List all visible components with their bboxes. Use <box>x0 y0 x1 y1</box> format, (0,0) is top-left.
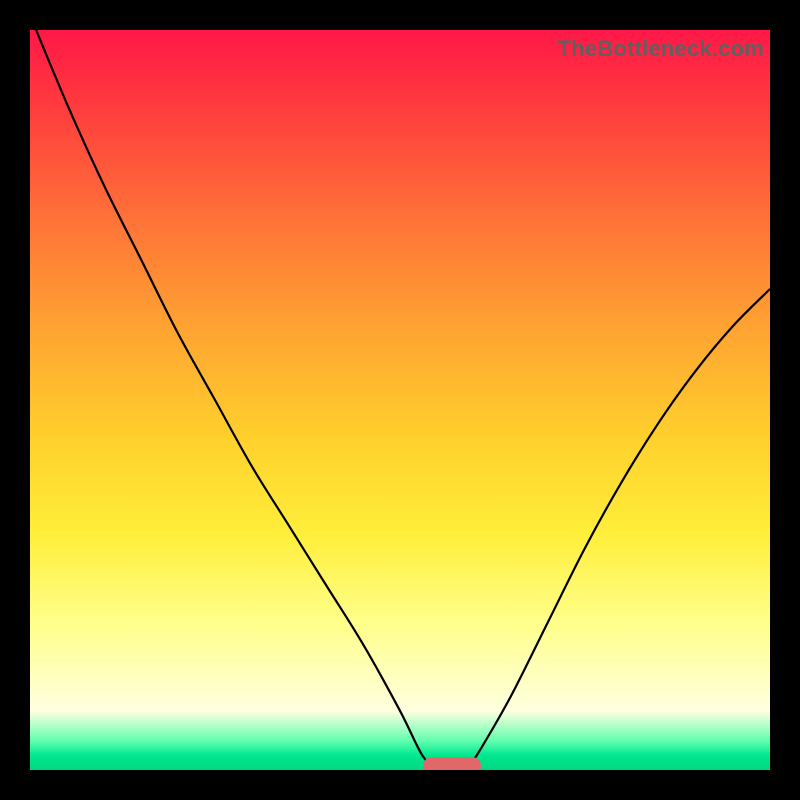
curve-left-branch <box>30 30 437 770</box>
plot-area: TheBottleneck.com <box>30 30 770 770</box>
bottleneck-curve <box>30 30 770 770</box>
curve-right-branch <box>467 289 770 770</box>
watermark-text: TheBottleneck.com <box>558 36 764 62</box>
bottleneck-marker <box>423 757 481 770</box>
